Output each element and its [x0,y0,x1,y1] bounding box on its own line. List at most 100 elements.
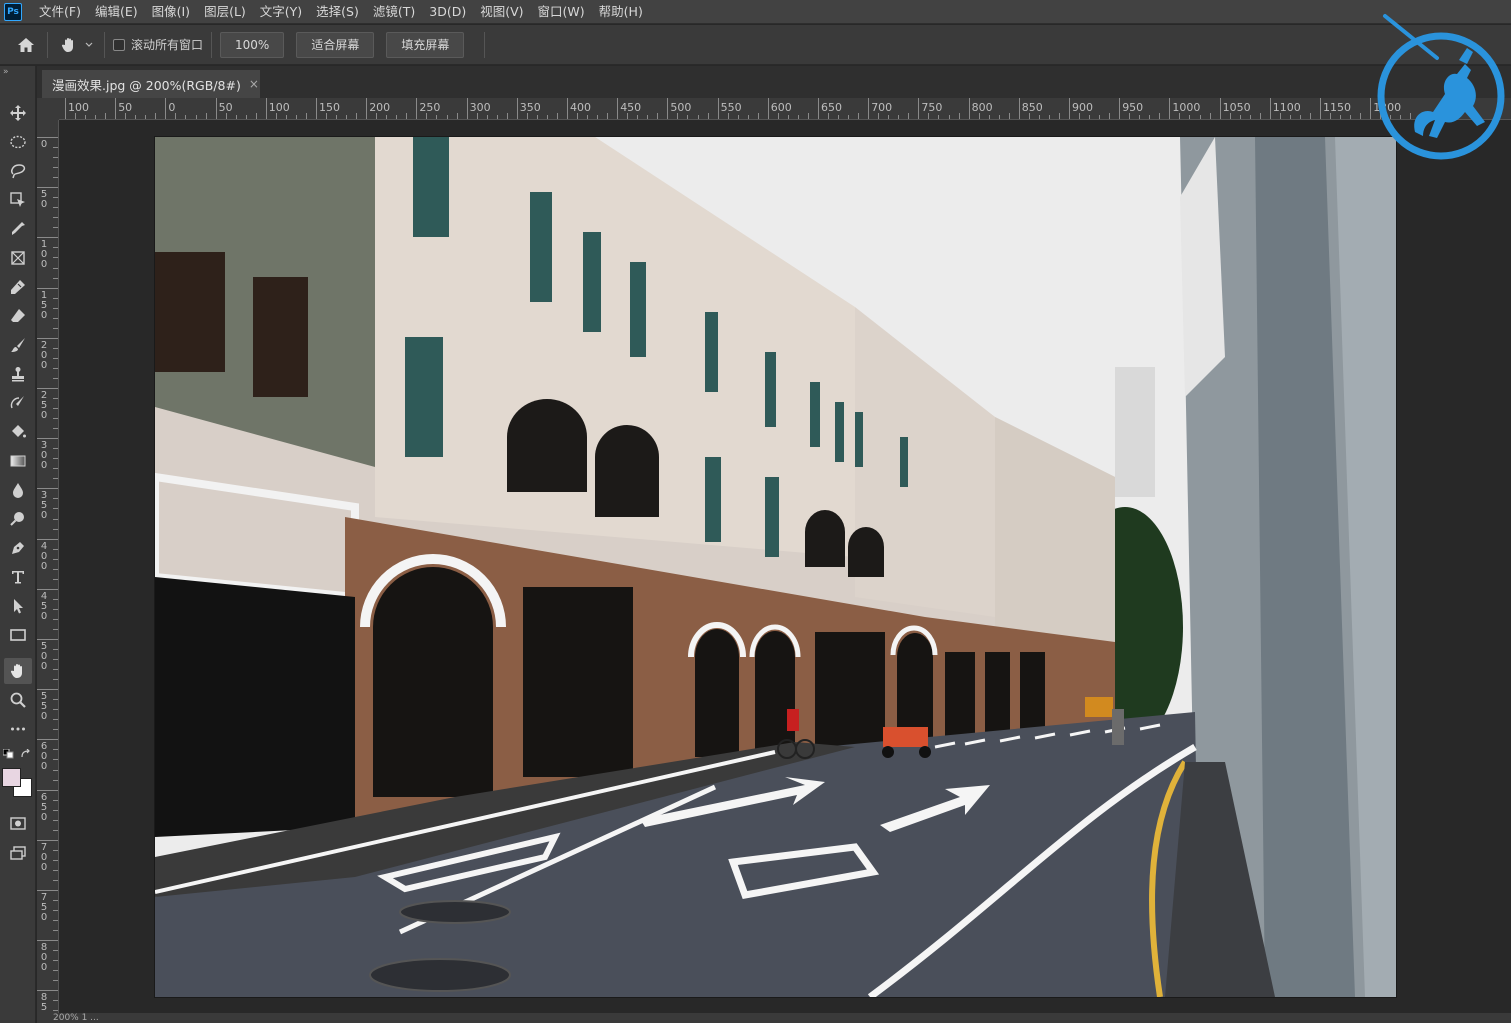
ruler-major-tick [37,588,58,590]
ruler-label: 700 [40,841,48,873]
menu-help[interactable]: 帮助(H) [592,0,650,24]
history-brush-icon[interactable] [4,390,32,416]
horizontal-ruler[interactable]: 100 50 0 50 100 150 200 250 300 350 400 450 500 550 60… [59,98,1511,120]
brush-icon[interactable] [4,332,32,358]
eyedropper-icon[interactable] [4,216,32,242]
chevron-down-icon[interactable] [82,32,96,58]
menu-image[interactable]: 图像(I) [145,0,197,24]
type-icon[interactable] [4,564,32,590]
rectangle-icon[interactable] [4,622,32,648]
marquee-icon[interactable] [4,129,32,155]
home-icon[interactable] [13,32,39,58]
ruler-origin[interactable] [37,98,59,120]
ruler-minor-tick [1209,113,1211,119]
eraser-icon[interactable] [4,303,32,329]
ruler-major-tick [968,98,970,119]
ruler-major-tick [667,98,669,119]
options-bar: 滚动所有窗口 100% 适合屏幕 填充屏幕 [0,25,1511,65]
stamp-icon[interactable] [4,361,32,387]
document-tab[interactable]: 漫画效果.jpg @ 200%(RGB/8#) × [42,70,260,98]
menu-edit[interactable]: 编辑(E) [88,0,145,24]
healing-icon[interactable] [4,274,32,300]
vertical-ruler[interactable]: 0 50 100 150 200 250 300 350 400 450 500 550 600 650 7… [37,120,59,1023]
screen-mode-icon[interactable] [4,840,32,866]
swap-colors-icon[interactable] [20,748,32,758]
pen-icon[interactable] [4,535,32,561]
ruler-minor-tick [948,115,950,119]
menu-view[interactable]: 视图(V) [473,0,530,24]
ruler-label: 550 [720,101,742,114]
ruler-minor-tick [657,113,659,119]
ruler-minor-tick [135,115,137,119]
menu-layer[interactable]: 图层(L) [197,0,253,24]
photoshop-logo-icon[interactable]: Ps [4,2,22,21]
ruler-minor-tick [53,719,58,721]
ruler-minor-tick [476,113,478,119]
close-icon[interactable]: × [249,77,259,91]
tools-panel: » [0,66,36,1023]
ruler-major-tick [37,237,58,239]
collapse-panel-icon[interactable]: » [0,66,35,80]
ruler-minor-tick [727,113,729,119]
ruler-label: 1100 [1272,101,1301,114]
menu-window[interactable]: 窗口(W) [531,0,592,24]
quick-mask-icon[interactable] [4,810,32,836]
ruler-minor-tick [53,448,58,450]
ruler-minor-tick [53,568,58,570]
menu-filter[interactable]: 滤镜(T) [366,0,422,24]
ruler-minor-tick [556,113,558,119]
ruler-label: 50 [40,189,48,211]
ruler-minor-tick [53,598,58,600]
ruler-minor-tick [1079,113,1081,119]
ruler-major-tick [868,98,870,119]
menu-type[interactable]: 文字(Y) [253,0,309,24]
ruler-minor-tick [53,307,58,309]
ruler-minor-tick [1249,115,1251,119]
canvas-area[interactable] [59,120,1511,1013]
ruler-minor-tick [1340,115,1342,119]
move-icon[interactable] [4,100,32,126]
ruler-major-tick [1119,98,1121,119]
ruler-major-tick [416,98,418,119]
zoom-icon[interactable] [4,687,32,713]
document-canvas[interactable] [155,137,1396,997]
ruler-label: 250 [40,390,48,421]
frame-icon[interactable] [4,245,32,271]
blur-icon[interactable] [4,477,32,503]
more-icon[interactable] [4,716,32,742]
gradient-icon[interactable] [4,448,32,474]
ruler-minor-tick [938,115,940,119]
default-colors-icon[interactable] [2,748,15,759]
ruler-minor-tick [53,367,58,369]
ruler-minor-tick [53,177,58,179]
menu-3d[interactable]: 3D(D) [422,0,473,24]
ruler-major-tick [1069,98,1070,119]
zoom-100-button[interactable]: 100% [220,31,285,58]
hand-tool-preset-icon[interactable] [56,32,82,58]
hand-icon[interactable] [4,658,32,684]
paint-bucket-icon[interactable] [4,419,32,445]
foreground-color-swatch[interactable] [2,768,21,787]
object-select-icon[interactable] [4,187,32,213]
scroll-all-windows-checkbox[interactable] [113,38,125,51]
ruler-label: 200 [40,339,48,371]
ruler-minor-tick [53,659,58,661]
menu-file[interactable]: 文件(F) [32,0,88,24]
lasso-icon[interactable] [4,158,32,184]
ruler-label: 100 [68,101,89,114]
menu-select[interactable]: 选择(S) [309,0,366,24]
ruler-minor-tick [807,113,809,119]
ruler-minor-tick [928,113,930,119]
fill-screen-button[interactable]: 填充屏幕 [386,31,465,58]
ruler-minor-tick [53,759,58,761]
path-select-icon[interactable] [4,593,32,619]
ruler-major-tick [466,98,468,119]
ruler-minor-tick [53,960,58,962]
dodge-icon[interactable] [4,506,32,532]
ruler-minor-tick [1289,115,1291,119]
ruler-minor-tick [53,779,58,781]
ruler-minor-tick [95,115,97,119]
ruler-minor-tick [53,950,58,952]
ruler-label: 550 [40,691,48,723]
fit-screen-button[interactable]: 适合屏幕 [296,31,375,58]
